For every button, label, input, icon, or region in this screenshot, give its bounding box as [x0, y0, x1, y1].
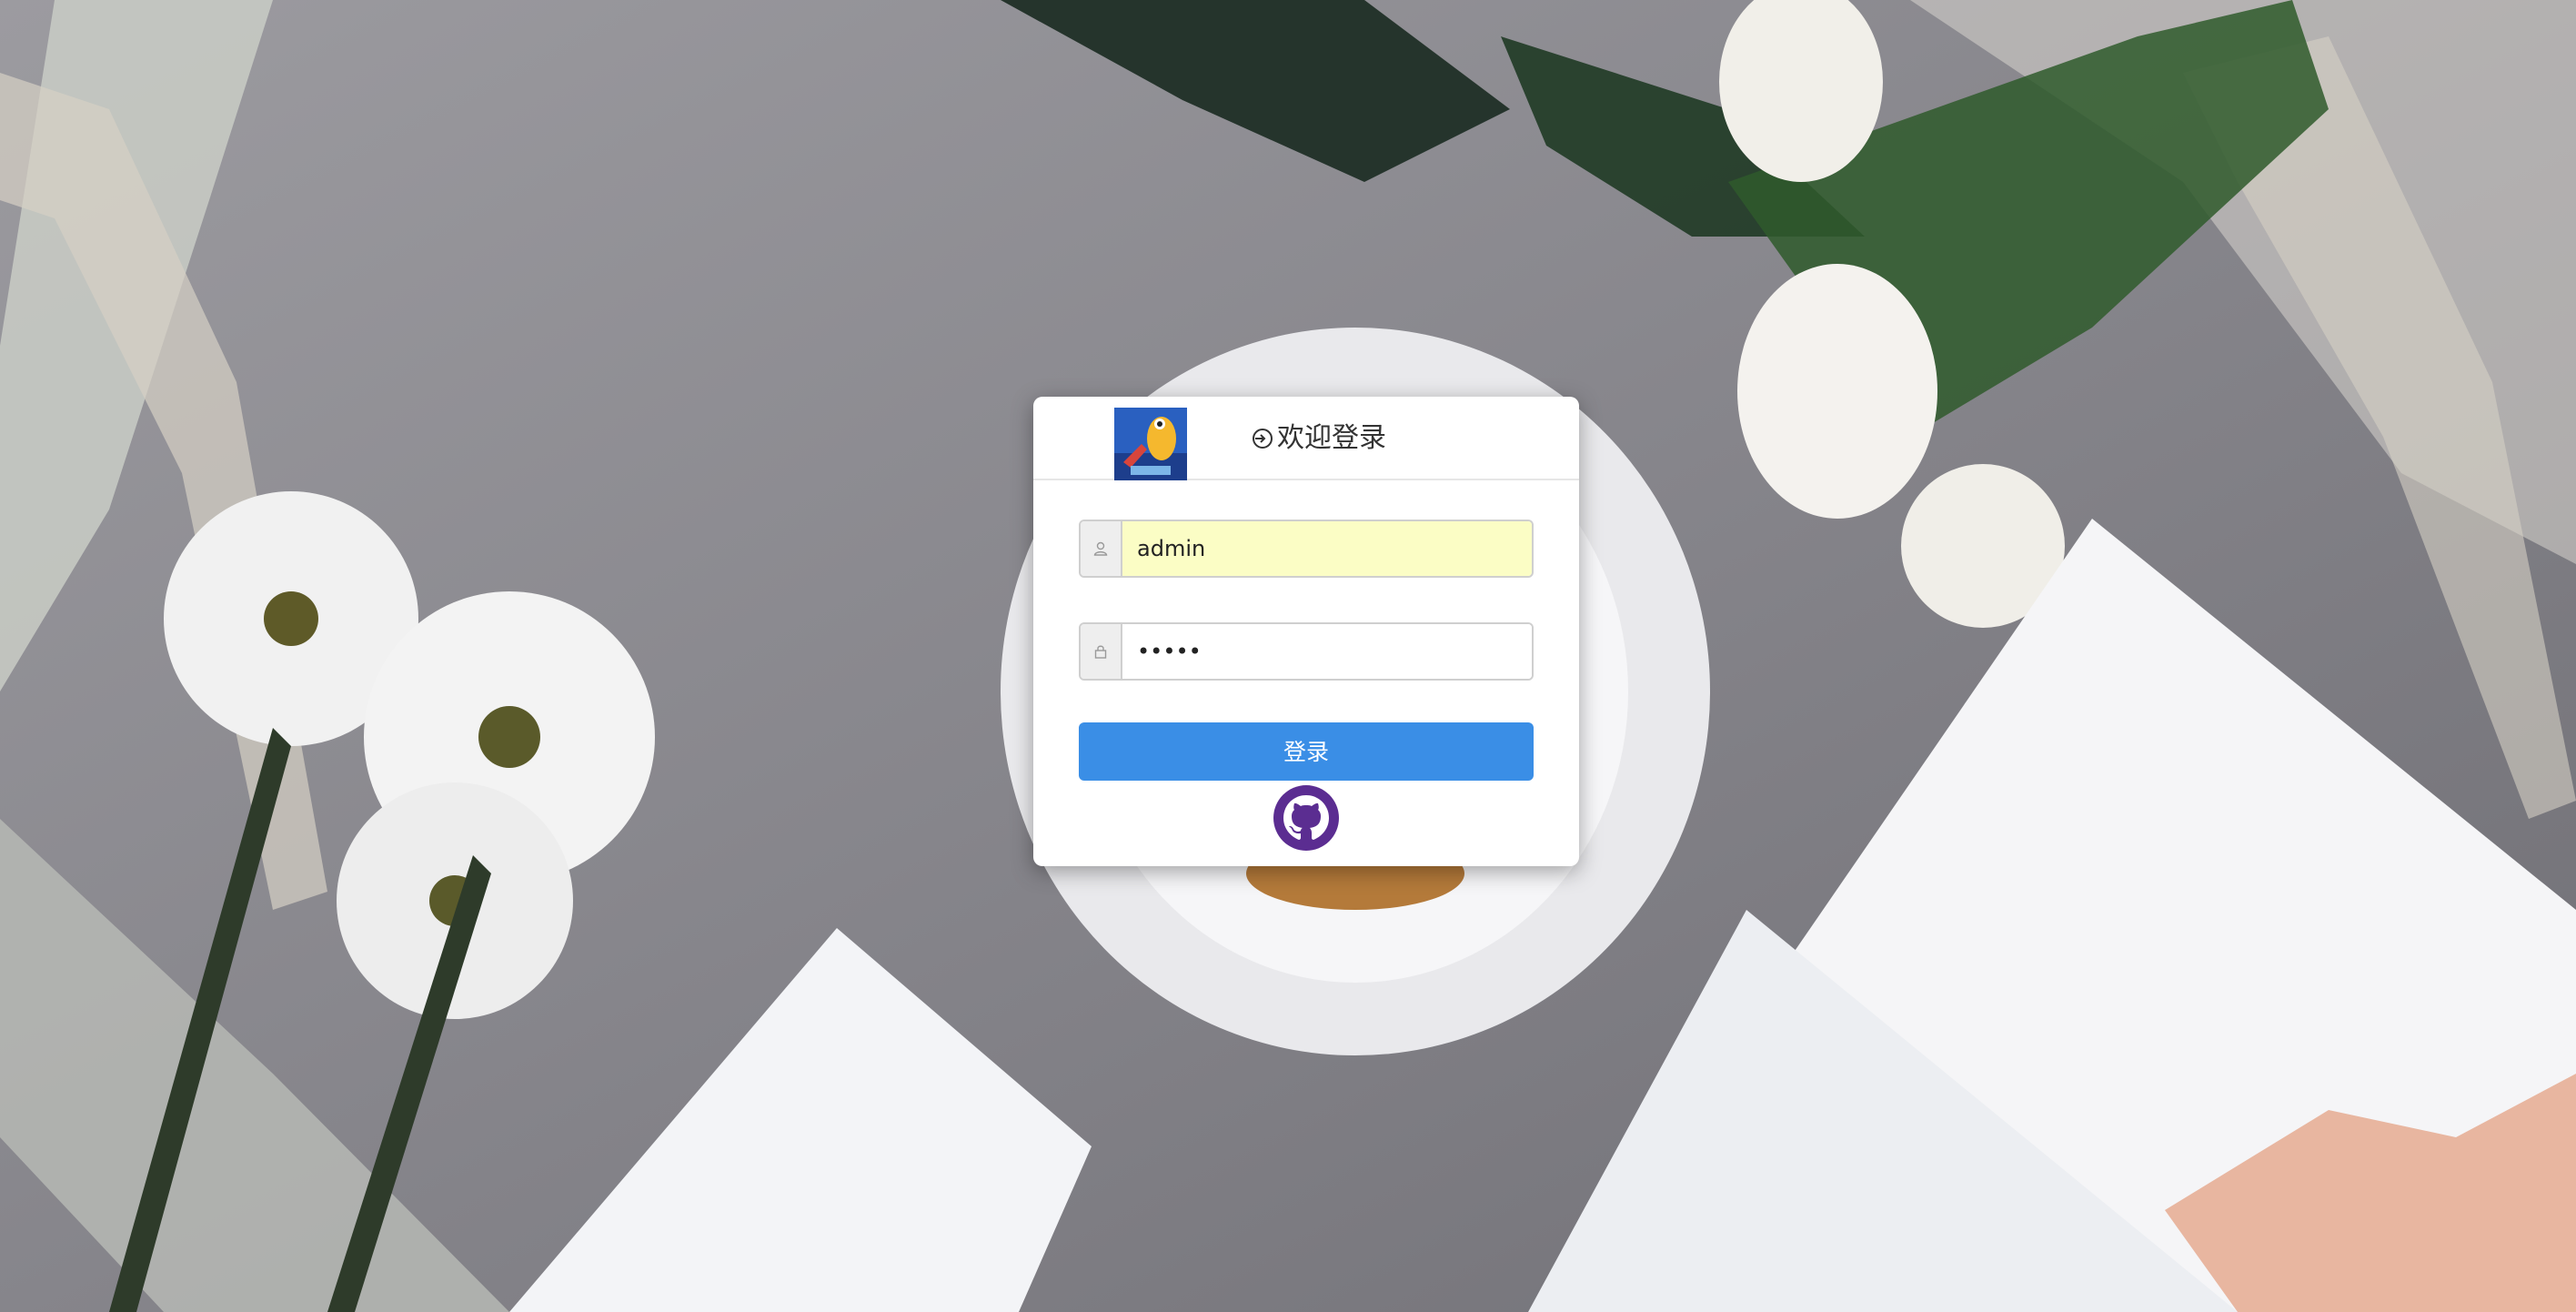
- github-icon: [1273, 785, 1339, 851]
- login-button[interactable]: 登录: [1079, 722, 1534, 781]
- github-link[interactable]: [1273, 784, 1340, 852]
- page-title: 欢迎登录: [1252, 420, 1386, 457]
- sign-in-icon: [1253, 429, 1273, 449]
- username-input[interactable]: [1122, 521, 1532, 576]
- user-icon: [1081, 521, 1122, 576]
- username-group: [1079, 520, 1534, 578]
- card-header: 欢迎登录: [1033, 397, 1579, 480]
- title-text: 欢迎登录: [1277, 422, 1386, 454]
- password-group: [1079, 622, 1534, 681]
- password-input[interactable]: [1122, 624, 1532, 679]
- login-card: 欢迎登录 登录: [1033, 397, 1579, 866]
- avatar: [1114, 408, 1187, 480]
- lock-icon: [1081, 624, 1122, 679]
- game-logo-icon: [1114, 408, 1187, 480]
